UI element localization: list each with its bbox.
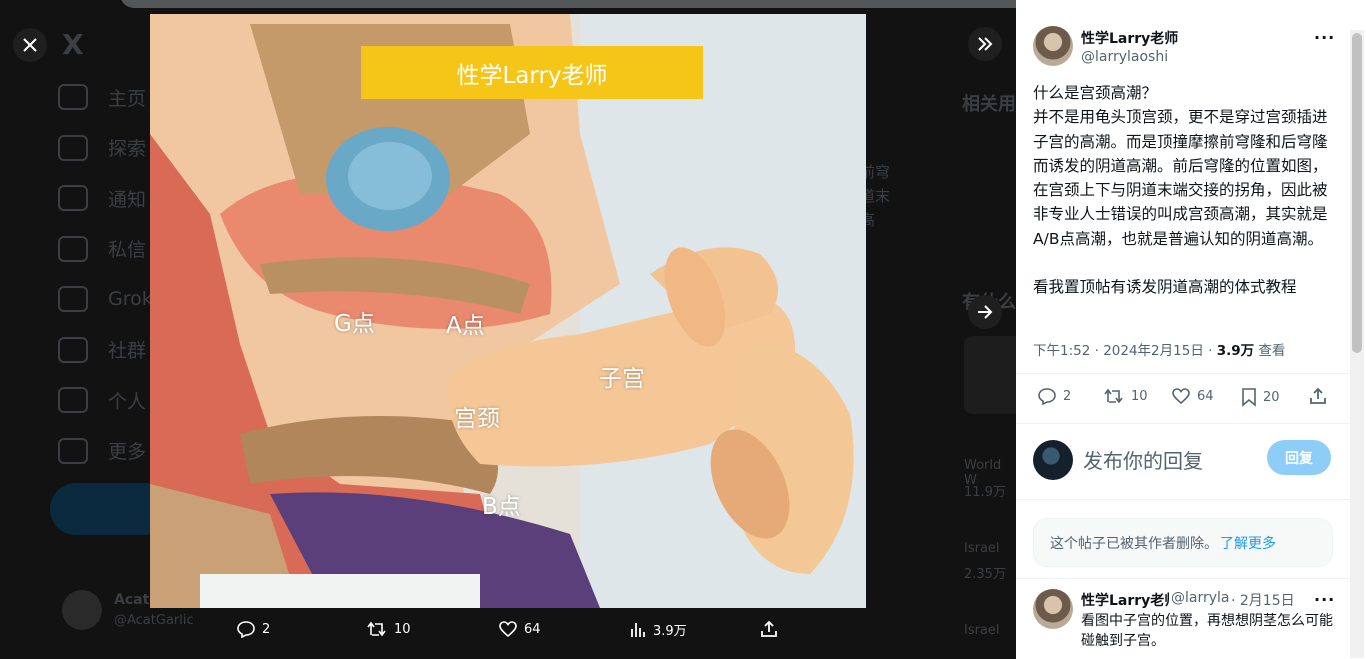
close-icon	[23, 38, 37, 52]
sidebar-scrollbar-thumb[interactable]	[1352, 33, 1362, 353]
background-trend-card	[964, 336, 1016, 414]
share-icon	[761, 620, 777, 637]
reply-text: 看图中子宫的位置，再想想阴茎怎么可能碰触到子宫。	[1081, 613, 1333, 649]
reply-author-avatar[interactable]	[1033, 589, 1073, 629]
media-views-button[interactable]: 3.9万	[629, 620, 687, 639]
more-circle-icon	[58, 437, 88, 464]
author-name[interactable]: 性学Larry老师	[1081, 28, 1178, 48]
background-avatar	[62, 590, 102, 630]
background-trend-2-count: 2.35万	[964, 567, 1006, 582]
divider	[1016, 423, 1350, 424]
media-action-bar: 2 10 64 3.9万	[150, 612, 866, 652]
arrow-right-icon	[978, 305, 993, 319]
reply-date[interactable]: · 2月15日	[1231, 590, 1295, 610]
grok-icon	[58, 286, 88, 313]
reply-more-button[interactable]: ···	[1314, 590, 1335, 609]
label-a-spot: A点	[446, 313, 485, 339]
mail-icon	[58, 235, 88, 262]
post-views-label: 查看	[1254, 343, 1286, 359]
repost-icon	[367, 621, 386, 637]
next-media-button[interactable]	[968, 295, 1002, 329]
repost-icon	[1104, 388, 1123, 404]
media-share-button[interactable]	[760, 620, 784, 638]
heart-icon	[1172, 388, 1190, 405]
post-text: 什么是宫颈高潮？ 并不是用龟头顶宫颈，更不是穿过宫颈插进子宫的高潮。而是顶撞摩擦…	[1033, 84, 1328, 297]
double-chevron-right-icon	[978, 37, 993, 51]
deleted-post-notice: 这个帖子已被其作者删除。 了解更多	[1033, 518, 1333, 567]
reply-input[interactable]: 发布你的回复	[1083, 445, 1203, 474]
divider	[1016, 578, 1350, 579]
reply-submit-button[interactable]: 回复	[1267, 440, 1331, 475]
divider	[1016, 373, 1350, 374]
background-heading-related: 相关用	[962, 94, 1016, 115]
label-g-spot: G点	[334, 311, 375, 337]
label-b-spot: B点	[482, 494, 521, 520]
collapse-sidebar-button[interactable]	[968, 27, 1002, 61]
media-banner: 性学Larry老师	[361, 46, 703, 99]
divider	[1016, 499, 1350, 500]
bookmark-button[interactable]: 20	[1241, 387, 1280, 407]
people-icon	[58, 336, 88, 363]
share-icon	[1310, 387, 1326, 404]
post-timestamp[interactable]: 下午1:52 · 2024年2月15日 ·	[1033, 343, 1217, 359]
person-icon	[58, 387, 88, 414]
bookmark-icon	[1242, 388, 1256, 407]
post-action-bar: 2 10 64 20	[1033, 387, 1333, 411]
post-meta: 下午1:52 · 2024年2月15日 · 3.9万 查看	[1033, 339, 1285, 359]
home-icon	[58, 84, 88, 111]
media-reply-button[interactable]: 2	[236, 620, 270, 638]
label-cervix: 宫颈	[454, 406, 500, 432]
like-button[interactable]: 64	[1171, 387, 1214, 405]
bell-icon	[58, 185, 88, 212]
background-profile-name: Acat	[114, 592, 150, 608]
reply-icon	[1038, 388, 1056, 405]
deleted-notice-text: 这个帖子已被其作者删除。	[1050, 535, 1218, 552]
post-view-count: 3.9万	[1216, 343, 1255, 359]
repost-button[interactable]: 10	[1103, 387, 1148, 405]
reply-icon	[237, 621, 255, 638]
post-media-image[interactable]: 性学Larry老师 G点 A点 子宫 宫颈 B点	[150, 14, 866, 608]
x-logo-icon: X	[62, 28, 84, 61]
media-repost-button[interactable]: 10	[366, 620, 411, 638]
background-trend-1-count: 11.9万	[964, 485, 1006, 500]
close-button[interactable]	[13, 28, 47, 62]
post-more-button[interactable]: ···	[1314, 28, 1335, 47]
share-button[interactable]	[1309, 387, 1333, 405]
analytics-icon	[631, 622, 645, 637]
author-avatar[interactable]	[1033, 26, 1073, 66]
search-icon	[58, 134, 88, 161]
media-like-button[interactable]: 64	[498, 620, 541, 638]
background-trend-3: Israel	[964, 623, 1000, 638]
reply-button[interactable]: 2	[1037, 387, 1071, 405]
reply-author-handle[interactable]: @larrylaoshi	[1171, 590, 1229, 606]
heart-icon	[499, 621, 517, 638]
background-search-bar	[120, 0, 1016, 8]
current-user-avatar	[1033, 440, 1073, 480]
learn-more-link[interactable]: 了解更多	[1220, 533, 1276, 553]
author-handle[interactable]: @larrylaoshi	[1081, 49, 1168, 65]
reply-author-name[interactable]: 性学Larry老师	[1081, 590, 1169, 610]
label-uterus: 子宫	[599, 366, 645, 392]
background-trend-2: Israel	[964, 541, 1000, 556]
